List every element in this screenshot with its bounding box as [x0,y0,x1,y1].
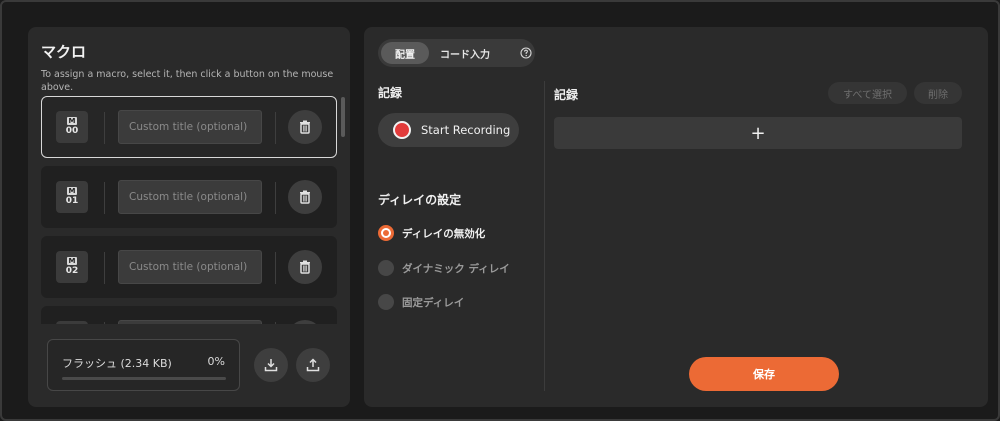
divider [104,322,105,324]
divider [275,322,276,324]
delete-macro-button[interactable] [288,110,322,144]
macro-panel-title: マクロ [41,43,87,61]
upload-button[interactable] [296,348,330,382]
editor-tabs: 配置 コード入力 [378,39,535,67]
macro-item-01[interactable]: M 01 [41,166,337,228]
record-dot-icon [393,121,411,139]
tab-placement[interactable]: 配置 [381,42,429,64]
download-icon [264,359,278,372]
delay-option-label: ディレイの無効化 [402,227,486,240]
help-icon[interactable] [520,47,532,59]
delete-macro-button[interactable] [288,180,322,214]
macro-badge-number: 02 [65,266,79,276]
macro-badge-letter: M [66,117,78,125]
start-recording-label: Start Recording [421,123,511,137]
radio-unselected-icon [378,260,394,276]
macro-item-03[interactable]: M 03 [41,306,337,324]
delete-button[interactable]: 削除 [914,82,962,104]
macro-list-scrollbar[interactable] [341,97,345,137]
trash-icon [300,190,310,204]
record-section-title: 記録 [378,86,403,100]
macro-editor-panel: 配置 コード入力 記録 Start Recording ディレイの設定 ディレイ… [364,27,988,407]
flash-progress-bar [62,377,226,380]
divider [275,252,276,284]
flash-memory-indicator: フラッシュ (2.34 KB) 0% [47,339,240,391]
radio-selected-icon [378,225,394,241]
macro-item-00[interactable]: M 00 [41,96,337,158]
macro-badge-icon: M 01 [56,181,88,213]
divider [275,182,276,214]
divider [104,252,105,284]
trash-icon [300,120,310,134]
delay-option-label: 固定ディレイ [402,296,465,309]
macro-panel: マクロ To assign a macro, select it, then c… [28,27,350,407]
macro-badge-number: 00 [65,126,79,136]
divider [275,112,276,144]
delay-option-label: ダイナミック ディレイ [402,262,510,275]
download-button[interactable] [254,348,288,382]
macro-title-input[interactable] [118,250,262,284]
tab-code-input[interactable]: コード入力 [440,39,490,67]
delay-option-dynamic[interactable]: ダイナミック ディレイ [378,259,510,277]
macro-badge-letter: M [66,257,78,265]
flash-label: フラッシュ (2.34 KB) [62,357,172,370]
macro-badge-icon: M 00 [56,111,88,143]
macro-badge-letter: M [66,187,78,195]
macro-list: M 00 M 01 M 02 [41,96,337,324]
divider [104,112,105,144]
delete-macro-button[interactable] [288,320,322,324]
upload-icon [306,358,320,372]
delete-macro-button[interactable] [288,250,322,284]
delay-option-fixed[interactable]: 固定ディレイ [378,293,464,311]
start-recording-button[interactable]: Start Recording [378,113,519,147]
delay-option-disable[interactable]: ディレイの無効化 [378,224,485,242]
select-all-button[interactable]: すべて選択 [828,82,907,104]
macro-badge-icon: M 02 [56,251,88,283]
macro-badge-icon: M 03 [56,321,88,324]
divider [104,182,105,214]
record-list-title: 記録 [554,88,579,102]
trash-icon [300,260,310,274]
save-button[interactable]: 保存 [689,357,839,391]
macro-help-text: To assign a macro, select it, then click… [41,69,334,93]
macro-title-input[interactable] [118,110,262,144]
macro-item-02[interactable]: M 02 [41,236,337,298]
delay-settings-title: ディレイの設定 [378,193,462,207]
flash-percent: 0% [207,355,225,368]
panel-divider [544,81,545,391]
macro-badge-number: 01 [65,196,79,206]
radio-unselected-icon [378,294,394,310]
macro-title-input[interactable] [118,180,262,214]
macro-title-input[interactable] [118,320,262,324]
add-event-button[interactable]: + [554,117,962,149]
